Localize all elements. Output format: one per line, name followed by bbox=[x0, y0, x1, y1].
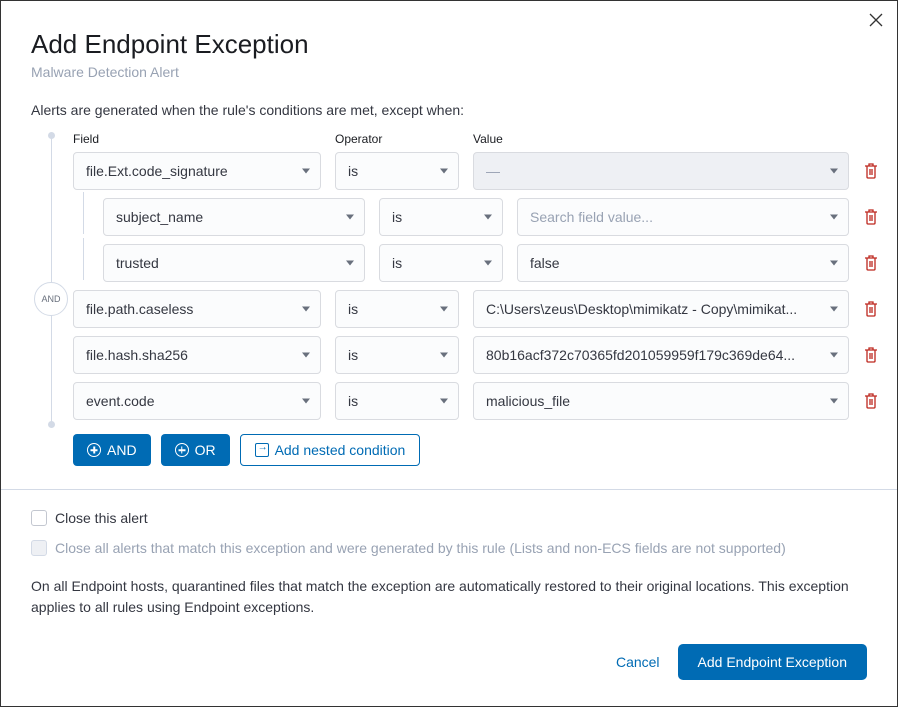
field-select[interactable]: file.path.caseless bbox=[73, 290, 321, 328]
value-select[interactable]: 80b16acf372c70365fd201059959f179c369de64… bbox=[473, 336, 849, 374]
header-operator: Operator bbox=[335, 132, 459, 146]
plus-circle-icon bbox=[175, 443, 189, 457]
header-value: Value bbox=[473, 132, 879, 146]
condition-row: subject_name is Search field value... bbox=[73, 198, 879, 236]
delete-icon[interactable] bbox=[863, 162, 879, 180]
nest-connector bbox=[83, 192, 84, 234]
close-this-row: Close this alert bbox=[31, 510, 867, 526]
conditions-scroll[interactable]: Alerts are generated when the rule's con… bbox=[1, 90, 897, 489]
operator-select[interactable]: is bbox=[335, 290, 459, 328]
helper-text: On all Endpoint hosts, quarantined files… bbox=[31, 576, 867, 618]
delete-icon[interactable] bbox=[863, 300, 879, 318]
value-select[interactable]: malicious_file bbox=[473, 382, 849, 420]
close-this-label: Close this alert bbox=[55, 510, 148, 526]
close-this-checkbox[interactable] bbox=[31, 510, 47, 526]
delete-icon[interactable] bbox=[863, 346, 879, 364]
field-select[interactable]: file.Ext.code_signature bbox=[73, 152, 321, 190]
condition-row: file.hash.sha256 is 80b16acf372c70365fd2… bbox=[73, 336, 879, 374]
operator-select[interactable]: is bbox=[379, 198, 503, 236]
chevron-down-icon bbox=[830, 399, 838, 404]
chevron-down-icon bbox=[346, 215, 354, 220]
field-select[interactable]: file.hash.sha256 bbox=[73, 336, 321, 374]
operator-select[interactable]: is bbox=[335, 336, 459, 374]
delete-icon[interactable] bbox=[863, 254, 879, 272]
chevron-down-icon bbox=[440, 307, 448, 312]
operator-select[interactable]: is bbox=[335, 382, 459, 420]
condition-row: file.Ext.code_signature is — bbox=[73, 152, 879, 190]
plus-circle-icon bbox=[87, 443, 101, 457]
delete-icon[interactable] bbox=[863, 208, 879, 226]
condition-row: file.path.caseless is C:\Users\zeus\Desk… bbox=[73, 290, 879, 328]
cancel-button[interactable]: Cancel bbox=[616, 654, 660, 670]
field-select[interactable]: event.code bbox=[73, 382, 321, 420]
close-all-checkbox bbox=[31, 540, 47, 556]
operator-select[interactable]: is bbox=[335, 152, 459, 190]
nest-connector bbox=[83, 238, 84, 280]
chevron-down-icon bbox=[830, 353, 838, 358]
and-badge: AND bbox=[34, 282, 68, 316]
delete-icon[interactable] bbox=[863, 392, 879, 410]
header-field: Field bbox=[73, 132, 321, 146]
modal-header: Add Endpoint Exception Malware Detection… bbox=[1, 1, 897, 90]
close-all-label: Close all alerts that match this excepti… bbox=[55, 540, 786, 556]
chevron-down-icon bbox=[302, 353, 310, 358]
chevron-down-icon bbox=[830, 261, 838, 266]
close-all-row: Close all alerts that match this excepti… bbox=[31, 540, 867, 556]
and-button[interactable]: AND bbox=[73, 434, 151, 466]
modal-title: Add Endpoint Exception bbox=[31, 29, 867, 60]
chevron-down-icon bbox=[440, 169, 448, 174]
value-select[interactable]: false bbox=[517, 244, 849, 282]
condition-row: event.code is malicious_file bbox=[73, 382, 879, 420]
nested-icon bbox=[255, 443, 269, 457]
add-nested-button[interactable]: Add nested condition bbox=[240, 434, 421, 466]
column-headers: Field Operator Value bbox=[73, 132, 879, 146]
chevron-down-icon bbox=[302, 399, 310, 404]
or-button[interactable]: OR bbox=[161, 434, 230, 466]
field-select[interactable]: trusted bbox=[103, 244, 365, 282]
chevron-down-icon bbox=[484, 261, 492, 266]
value-select[interactable]: — bbox=[473, 152, 849, 190]
chevron-down-icon bbox=[346, 261, 354, 266]
value-select[interactable]: C:\Users\zeus\Desktop\mimikatz - Copy\mi… bbox=[473, 290, 849, 328]
chevron-down-icon bbox=[830, 169, 838, 174]
chevron-down-icon bbox=[440, 399, 448, 404]
submit-button[interactable]: Add Endpoint Exception bbox=[678, 644, 867, 680]
intro-text: Alerts are generated when the rule's con… bbox=[31, 102, 879, 118]
chevron-down-icon bbox=[830, 215, 838, 220]
operator-select[interactable]: is bbox=[379, 244, 503, 282]
value-select[interactable]: Search field value... bbox=[517, 198, 849, 236]
chevron-down-icon bbox=[302, 307, 310, 312]
close-icon[interactable] bbox=[869, 13, 883, 30]
chevron-down-icon bbox=[830, 307, 838, 312]
modal-subtitle: Malware Detection Alert bbox=[31, 64, 867, 80]
logic-gutter: AND bbox=[31, 132, 73, 428]
field-select[interactable]: subject_name bbox=[103, 198, 365, 236]
condition-row: trusted is false bbox=[73, 244, 879, 282]
chevron-down-icon bbox=[484, 215, 492, 220]
chevron-down-icon bbox=[440, 353, 448, 358]
chevron-down-icon bbox=[302, 169, 310, 174]
